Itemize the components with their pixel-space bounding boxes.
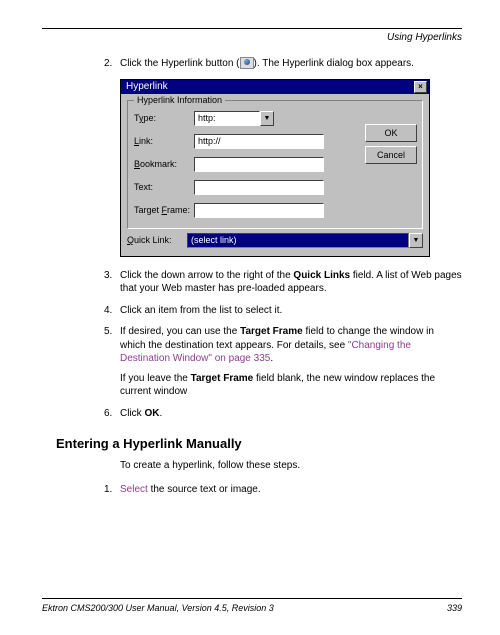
row-text: Text: — [134, 180, 416, 195]
dialog-title: Hyperlink — [126, 81, 168, 92]
text: . — [270, 353, 273, 364]
close-icon[interactable]: × — [414, 81, 427, 93]
intro-para: To create a hyperlink, follow these step… — [42, 459, 462, 473]
header-rule — [42, 28, 462, 29]
select-link[interactable]: Select — [120, 484, 148, 495]
text: ). The Hyperlink dialog box appears. — [254, 58, 414, 69]
bookmark-input[interactable] — [194, 157, 324, 172]
ok-button[interactable]: OK — [365, 124, 417, 142]
cancel-button[interactable]: Cancel — [365, 146, 417, 164]
step-body: Click the Hyperlink button ( ). The Hyper… — [120, 57, 462, 71]
row-target: Target Frame: — [134, 203, 416, 218]
step-body: Select the source text or image. — [120, 483, 462, 497]
step-number: 5. — [104, 325, 120, 399]
bold-text: OK — [144, 408, 159, 419]
step-number: 3. — [104, 269, 120, 296]
step-number: 6. — [104, 407, 120, 421]
step-4: 4. Click an item from the list to select… — [42, 304, 462, 318]
quick-link-value: (select link) — [187, 233, 409, 248]
hyperlink-info-group: Hyperlink Information Type: http: ▼ Link… — [127, 100, 423, 229]
group-label: Hyperlink Information — [134, 95, 225, 105]
bold-text: Quick Links — [293, 270, 350, 281]
page-footer: Ektron CMS200/300 User Manual, Version 4… — [42, 598, 462, 613]
text: Click the Hyperlink button ( — [120, 58, 240, 69]
step-body: If desired, you can use the Target Frame… — [120, 325, 462, 399]
type-value: http: — [194, 111, 260, 126]
step-2: 2. Click the Hyperlink button ( ). The Hy… — [42, 57, 462, 71]
step-number: 1. — [104, 483, 120, 497]
label-type: Type: — [134, 113, 194, 123]
step-number: 2. — [104, 57, 120, 71]
running-header: Using Hyperlinks — [42, 32, 462, 43]
section-heading: Entering a Hyperlink Manually — [56, 436, 462, 451]
target-frame-input[interactable] — [194, 203, 324, 218]
step-3: 3. Click the down arrow to the right of … — [42, 269, 462, 296]
text: Click the down arrow to the right of the — [120, 270, 293, 281]
step-body: Click OK. — [120, 407, 462, 421]
text: Click — [120, 408, 144, 419]
row-quick-link: Quick Link: (select link) ▼ — [127, 233, 423, 248]
step-body: Click an item from the list to select it… — [120, 304, 462, 318]
step-number: 4. — [104, 304, 120, 318]
page-number: 339 — [447, 603, 462, 613]
hyperlink-dialog: Hyperlink × Hyperlink Information Type: … — [120, 79, 430, 257]
dialog-buttons: OK Cancel — [365, 124, 417, 164]
text: If you leave the — [120, 373, 191, 384]
text: the source text or image. — [148, 484, 261, 495]
footer-left: Ektron CMS200/300 User Manual, Version 4… — [42, 603, 274, 613]
chevron-down-icon[interactable]: ▼ — [409, 233, 423, 248]
label-quick: Quick Link: — [127, 235, 187, 245]
quick-link-combo[interactable]: (select link) ▼ — [187, 233, 423, 248]
step2-1: 1. Select the source text or image. — [42, 483, 462, 497]
label-text: Text: — [134, 182, 194, 192]
bold-text: Target Frame — [240, 326, 303, 337]
hyperlink-icon — [240, 57, 254, 69]
text: . — [159, 408, 162, 419]
label-bookmark: Bookmark: — [134, 159, 194, 169]
label-link: Link: — [134, 136, 194, 146]
text: If desired, you can use the — [120, 326, 240, 337]
text-input[interactable] — [194, 180, 324, 195]
chevron-down-icon[interactable]: ▼ — [260, 111, 274, 126]
bold-text: Target Frame — [191, 373, 254, 384]
dialog-titlebar: Hyperlink × — [121, 80, 429, 94]
step-6: 6. Click OK. — [42, 407, 462, 421]
step-body: Click the down arrow to the right of the… — [120, 269, 462, 296]
link-input[interactable]: http:// — [194, 134, 324, 149]
step-5: 5. If desired, you can use the Target Fr… — [42, 325, 462, 399]
type-combo[interactable]: http: ▼ — [194, 111, 274, 126]
dialog-figure: Hyperlink × Hyperlink Information Type: … — [120, 79, 462, 257]
label-target: Target Frame: — [134, 205, 194, 215]
